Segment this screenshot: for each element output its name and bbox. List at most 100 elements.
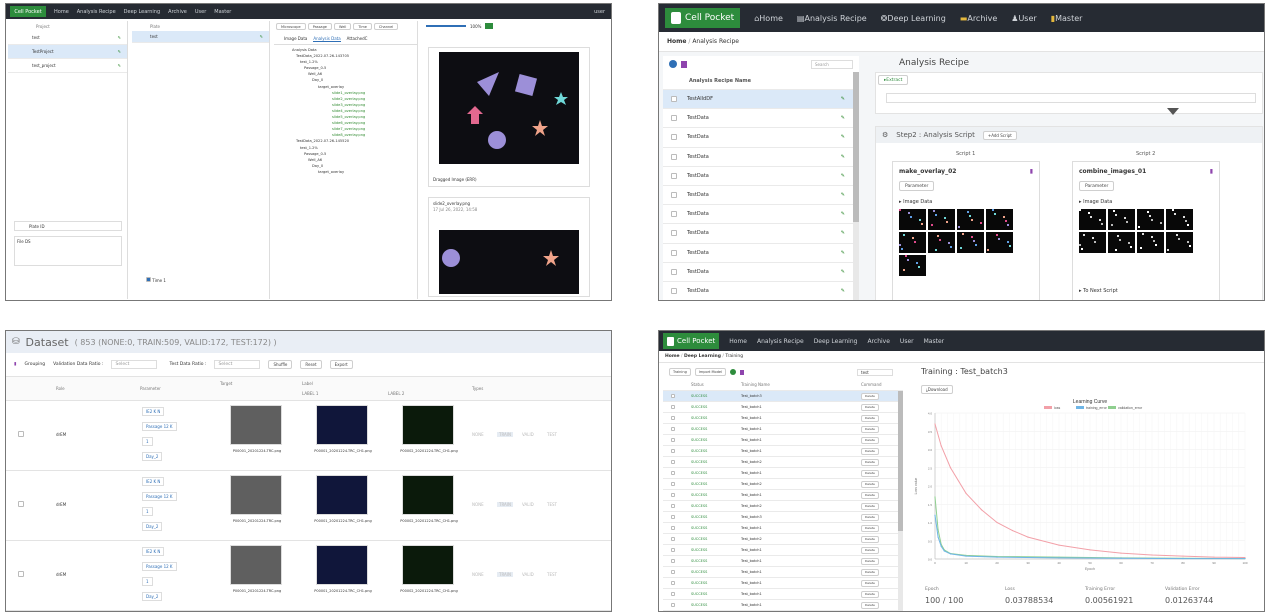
row-checkbox[interactable] xyxy=(671,438,675,442)
p1-nav-analysis[interactable]: Analysis Recipe xyxy=(77,9,116,15)
list-item[interactable]: TestData ✎ xyxy=(663,167,859,186)
training-button[interactable]: Training xyxy=(669,368,691,376)
delete-button[interactable]: Delete xyxy=(861,480,879,488)
overlay-image-2[interactable] xyxy=(439,230,579,294)
p4-nav-archive[interactable]: Archive xyxy=(867,338,889,345)
breadcrumb-home[interactable]: Home xyxy=(665,354,680,359)
p1-nav-user[interactable]: User xyxy=(195,9,206,15)
image-thumbnail[interactable] xyxy=(316,405,368,445)
image-thumbnail[interactable] xyxy=(230,475,282,515)
p4-nav-master[interactable]: Master xyxy=(924,338,945,345)
image-thumbnail[interactable] xyxy=(1079,232,1106,253)
row-checkbox[interactable] xyxy=(18,501,24,507)
grouping-label[interactable]: Grouping xyxy=(24,362,45,367)
p4-logo[interactable]: Cell Pocket xyxy=(663,333,720,349)
p1-logo[interactable]: Cell Pocket xyxy=(10,6,46,17)
image-thumbnail[interactable] xyxy=(1137,232,1164,253)
row-checkbox[interactable] xyxy=(671,153,677,160)
p2-nav-master[interactable]: ▮ Master xyxy=(1051,14,1083,23)
table-row[interactable]: SUCCESS Test_batch3 Delete xyxy=(663,391,903,402)
table-row[interactable]: SUCCESS Test_batch2 Delete xyxy=(663,457,903,468)
breadcrumb-deep[interactable]: Deep Learning xyxy=(684,354,721,359)
edit-icon[interactable]: ✎ xyxy=(118,35,121,40)
list-item[interactable]: TestData ✎ xyxy=(663,224,859,244)
image-thumbnail[interactable] xyxy=(1079,209,1106,230)
p2-nav-archive[interactable]: ▬ Archive xyxy=(960,14,998,23)
list-item[interactable]: TestData ✎ xyxy=(663,205,859,225)
add-icon[interactable] xyxy=(669,60,677,68)
parameter-button[interactable]: Parameter xyxy=(899,181,935,191)
type-option[interactable]: NONE xyxy=(472,502,484,507)
image-thumbnail[interactable] xyxy=(957,209,984,230)
table-row[interactable]: SUCCESS Test_batch2 Delete xyxy=(663,479,903,490)
table-row[interactable]: SUCCESS Test_batch1 Delete xyxy=(663,435,903,446)
type-option[interactable]: NONE xyxy=(472,432,484,437)
image-thumbnail[interactable] xyxy=(402,545,454,585)
list-item[interactable]: TestAlldDF ✎ xyxy=(663,90,859,110)
zoom-slider[interactable] xyxy=(426,25,466,27)
val-ratio-select[interactable]: Select xyxy=(111,360,158,369)
table-row[interactable]: SUCCESS Test_batch1 Delete xyxy=(663,402,903,413)
row-checkbox[interactable] xyxy=(671,134,677,141)
p2-logo[interactable]: Cell Pocket xyxy=(665,8,741,28)
edit-icon[interactable]: ✎ xyxy=(841,250,845,256)
tab-image-data[interactable]: Image Data xyxy=(284,36,307,42)
table-row[interactable]: SUCCESS Test_batch2 Delete xyxy=(663,534,903,545)
edit-icon[interactable]: ✎ xyxy=(118,49,121,54)
p1-nav-home[interactable]: Home xyxy=(54,9,69,15)
filter-well[interactable]: Well xyxy=(333,23,352,30)
delete-button[interactable]: Delete xyxy=(861,502,879,510)
list-item[interactable]: TestProject ✎ xyxy=(8,45,127,59)
image-thumbnail[interactable] xyxy=(1166,232,1193,253)
import-model-button[interactable]: Import Model xyxy=(694,368,727,376)
delete-button[interactable]: Delete xyxy=(861,557,879,565)
filter-passage[interactable]: Passage xyxy=(307,23,332,30)
type-option[interactable]: TRAIN xyxy=(497,432,513,437)
delete-button[interactable]: Delete xyxy=(861,414,879,422)
delete-button[interactable]: Delete xyxy=(861,403,879,411)
p1-nav-archive[interactable]: Archive xyxy=(168,9,187,15)
scrollbar[interactable] xyxy=(898,391,903,611)
image-thumbnail[interactable] xyxy=(899,255,926,276)
image-thumbnail[interactable] xyxy=(402,405,454,445)
table-row[interactable]: SUCCESS Test_batch1 Delete xyxy=(663,523,903,534)
type-option[interactable]: TEST xyxy=(547,432,557,437)
image-thumbnail[interactable] xyxy=(1108,232,1135,253)
image-thumbnail[interactable] xyxy=(402,475,454,515)
table-row[interactable]: SUCCESS Test_batch1 Delete xyxy=(663,490,903,501)
image-thumbnail[interactable] xyxy=(957,232,984,253)
image-thumbnail[interactable] xyxy=(316,475,368,515)
filter-microscope[interactable]: Microscope xyxy=(276,23,306,30)
breadcrumb-home[interactable]: Home xyxy=(667,38,686,45)
delete-button[interactable]: Delete xyxy=(861,568,879,576)
row-checkbox[interactable] xyxy=(671,603,675,607)
delete-button[interactable]: Delete xyxy=(861,436,879,444)
list-item[interactable]: test_project ✎ xyxy=(8,59,127,73)
delete-button[interactable]: Delete xyxy=(861,469,879,477)
delete-button[interactable]: Delete xyxy=(861,392,879,400)
row-checkbox[interactable] xyxy=(671,515,675,519)
row-checkbox[interactable] xyxy=(671,592,675,596)
row-checkbox[interactable] xyxy=(671,504,675,508)
type-option[interactable]: TRAIN xyxy=(497,572,513,577)
row-checkbox[interactable] xyxy=(671,115,677,122)
filter-time[interactable]: Time xyxy=(353,23,372,30)
row-checkbox[interactable] xyxy=(671,471,675,475)
p2-nav-analysis[interactable]: ▤ Analysis Recipe xyxy=(797,14,867,23)
table-row[interactable]: SUCCESS Test_batch1 Delete xyxy=(663,413,903,424)
image-thumbnail[interactable] xyxy=(986,209,1013,230)
scrollbar[interactable] xyxy=(853,72,859,300)
row-checkbox[interactable] xyxy=(671,460,675,464)
image-thumbnail[interactable] xyxy=(1137,209,1164,230)
p2-nav-home[interactable]: ⌂ Home xyxy=(754,14,783,23)
extract-button[interactable]: ▸ Extract xyxy=(878,75,909,85)
row-checkbox[interactable] xyxy=(671,449,675,453)
edit-icon[interactable]: ✎ xyxy=(841,269,845,275)
edit-icon[interactable]: ✎ xyxy=(841,211,845,217)
table-row[interactable]: SUCCESS Test_batch1 Delete xyxy=(663,446,903,457)
p2-nav-deep[interactable]: ❂ Deep Learning xyxy=(881,14,946,23)
row-checkbox[interactable] xyxy=(671,172,677,179)
download-button[interactable]: ⤓ Download xyxy=(921,385,953,394)
delete-button[interactable]: Delete xyxy=(861,425,879,433)
image-thumbnail[interactable] xyxy=(1108,209,1135,230)
